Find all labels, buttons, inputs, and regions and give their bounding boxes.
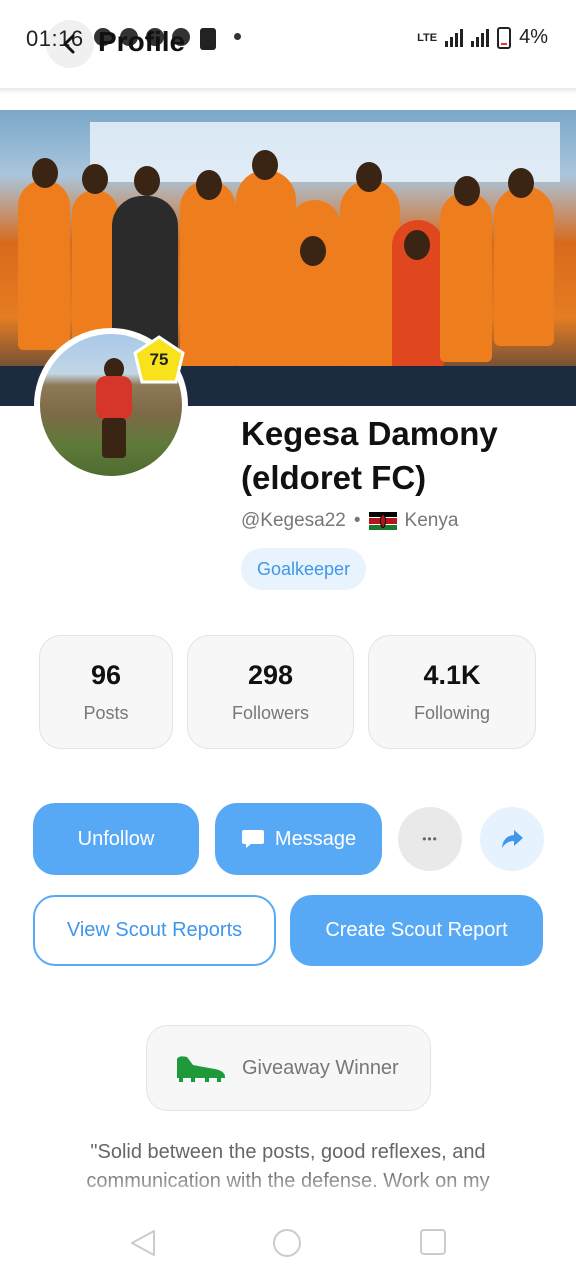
banner-figure (236, 170, 296, 370)
back-button[interactable] (46, 20, 94, 68)
status-right: LTE 4% (417, 26, 548, 49)
stat-following[interactable]: 4.1K Following (368, 635, 536, 749)
network-type: LTE (417, 31, 438, 44)
profile-handle: @Kegesa22 (241, 510, 346, 531)
signal-icon (445, 28, 464, 47)
stat-label: Following (413, 703, 491, 723)
profile-meta: @Kegesa22 • Kenya (241, 510, 458, 532)
profile-name: Kegesa Damony (eldoret FC) (241, 415, 498, 496)
football-boot-icon (177, 1056, 225, 1082)
unfollow-button[interactable]: Unfollow (33, 803, 199, 875)
banner-figure (196, 170, 222, 200)
avatar-figure (102, 418, 126, 458)
more-notifications-icon (234, 33, 241, 40)
banner-figure (134, 166, 160, 196)
banner-figure (32, 158, 58, 188)
banner-sign (90, 122, 560, 182)
banner-figure (494, 186, 554, 346)
banner-figure (300, 236, 326, 266)
award-label: Giveaway Winner (242, 1056, 399, 1079)
banner-figure (440, 192, 492, 362)
message-button-label: Message (274, 827, 357, 850)
banner-figure (454, 176, 480, 206)
stat-followers[interactable]: 298 Followers (187, 635, 354, 749)
header-divider (0, 88, 576, 94)
banner-figure (404, 230, 430, 260)
battery-icon (497, 26, 512, 49)
share-button[interactable] (480, 807, 544, 871)
nav-back-icon[interactable] (128, 1228, 158, 1258)
create-scout-report-button[interactable]: Create Scout Report (290, 895, 543, 966)
avatar-figure (96, 376, 132, 420)
more-options-button[interactable]: ••• (398, 807, 462, 871)
signal-icon-2 (471, 28, 490, 47)
stat-label: Followers (231, 703, 310, 723)
banner-figure (356, 162, 382, 192)
stat-value: 298 (247, 660, 294, 690)
view-scout-reports-button[interactable]: View Scout Reports (33, 895, 276, 966)
back-arrow-icon (63, 34, 75, 54)
award-badge[interactable]: Giveaway Winner (146, 1025, 431, 1111)
banner-figure (340, 180, 400, 370)
position-chip: Goalkeeper (241, 548, 367, 590)
share-arrow-icon (502, 830, 523, 848)
banner-figure (18, 180, 70, 350)
banner-figure (82, 164, 108, 194)
more-dots-icon: ••• (422, 832, 438, 846)
battery-percent: 4% (519, 26, 548, 48)
banner-figure (180, 180, 236, 370)
battery-alert-icon (200, 28, 216, 50)
banner-figure (508, 168, 534, 198)
speech-bubble-icon (241, 830, 264, 848)
stat-posts[interactable]: 96 Posts (39, 635, 173, 749)
page-title: Profile (98, 26, 186, 57)
banner-figure (252, 150, 278, 180)
profile-country: Kenya (404, 510, 459, 531)
stat-value: 4.1K (423, 660, 481, 690)
nav-home-icon[interactable] (273, 1229, 301, 1257)
meta-separator: • (353, 510, 361, 531)
kenya-flag-icon (368, 512, 397, 530)
rating-value: 75 (149, 350, 169, 369)
stat-value: 96 (90, 660, 122, 690)
stat-label: Posts (83, 703, 129, 723)
message-button[interactable]: Message (215, 803, 382, 875)
nav-recents-icon[interactable] (420, 1229, 446, 1255)
